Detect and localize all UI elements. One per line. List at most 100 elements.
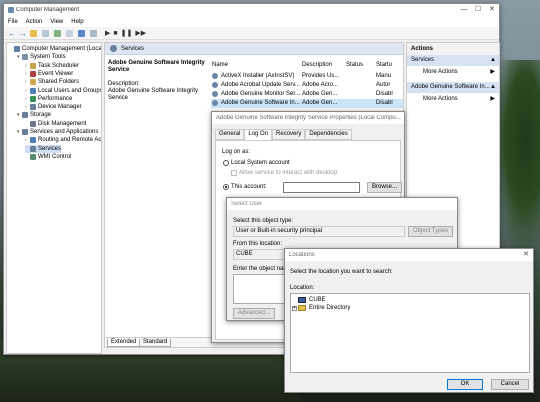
allow-interact-checkbox[interactable] — [231, 170, 237, 176]
local-system-radio[interactable] — [223, 160, 229, 166]
tree-node-icon — [30, 70, 36, 77]
tree-node-icon — [30, 95, 36, 102]
forward-icon[interactable]: → — [19, 29, 27, 38]
tree-item-label: Disk Management — [38, 120, 87, 127]
tree-item[interactable]: Computer Management (Local — [9, 45, 101, 53]
properties-tabs: General Log On Recovery Dependencies — [215, 129, 352, 140]
tab-standard[interactable]: Standard — [139, 339, 172, 347]
account-input[interactable] — [283, 182, 360, 193]
tree-item-label: Storage — [30, 112, 52, 119]
tree-item[interactable]: › Shared Folders — [25, 78, 79, 86]
tree-item[interactable]: ▾ Services and Applications — [17, 128, 98, 136]
location-tree: CUBE + Entire Directory — [290, 293, 530, 373]
tab-recovery[interactable]: Recovery — [272, 129, 306, 140]
from-location-label: From this location: — [233, 241, 283, 247]
tree-item[interactable]: › Local Users and Groups — [25, 87, 101, 95]
tree-item[interactable]: › Performance — [25, 95, 72, 103]
tree-item-label: WMI Control — [38, 153, 72, 160]
column-name[interactable]: Name — [212, 62, 228, 68]
location-item-entire-directory[interactable]: + Entire Directory — [292, 304, 350, 312]
collapse-icon[interactable]: ▲ — [490, 55, 496, 66]
app-icon — [8, 7, 14, 13]
service-cell-startup: Disabl — [376, 91, 393, 97]
tree-item[interactable]: › Routing and Remote Ac — [25, 136, 101, 144]
services-header-label: Services — [121, 45, 145, 52]
tree-item[interactable]: ▾ Storage — [17, 111, 51, 119]
tree-item[interactable]: › Event Viewer — [25, 70, 73, 78]
tree-item[interactable]: Disk Management — [25, 120, 86, 128]
service-row[interactable]: Adobe Acrobat Update Serv... Adobe Acro..… — [211, 81, 403, 90]
tree-item[interactable]: WMI Control — [25, 153, 71, 161]
tab-dependencies[interactable]: Dependencies — [305, 129, 352, 140]
actions-header: Actions — [407, 43, 499, 55]
column-status[interactable]: Status — [346, 62, 363, 68]
restart-icon[interactable]: ▶▶ — [135, 29, 146, 37]
column-startup[interactable]: Startu — [376, 62, 392, 68]
object-types-button[interactable]: Object Types — [408, 226, 453, 237]
service-row[interactable]: Adobe Genuine Monitor Ser... Adobe Gen...… — [211, 90, 403, 99]
tree-node-icon — [30, 62, 36, 69]
service-cell-desc: Provides Us... — [302, 73, 340, 79]
export-icon[interactable] — [66, 29, 73, 37]
refresh-icon[interactable] — [54, 29, 61, 37]
tree-item[interactable]: ▾ System Tools — [17, 53, 66, 61]
maximize-icon[interactable]: ☐ — [471, 4, 485, 16]
tree-item-label: Services — [38, 145, 62, 152]
tree-node-icon — [22, 54, 28, 61]
service-row[interactable]: ActiveX Installer (AxInstSV) Provides Us.… — [211, 72, 403, 81]
menu-bar: File Action View Help — [4, 16, 499, 27]
tree-item[interactable]: › Device Manager — [25, 103, 82, 111]
tree-item[interactable]: › Task Scheduler — [25, 62, 79, 70]
folder-icon[interactable] — [30, 29, 37, 37]
service-cell-desc: Adobe Gen... — [302, 100, 338, 106]
stop-icon[interactable]: ■ — [113, 30, 117, 37]
location-item-cube[interactable]: CUBE — [298, 296, 326, 304]
console-icon[interactable] — [90, 29, 97, 37]
tree-node-icon — [22, 129, 28, 135]
title-bar: Computer Management — ☐ ✕ — [4, 4, 499, 16]
window-title: Computer Management — [16, 7, 80, 13]
close-icon[interactable]: ✕ — [485, 4, 499, 16]
menu-view[interactable]: View — [50, 19, 63, 25]
service-gear-icon — [212, 100, 218, 106]
help-icon[interactable] — [78, 29, 85, 37]
locations-title: Locations — [289, 252, 315, 258]
properties-title-bar: Adobe Genuine Software Integrity Service… — [212, 112, 404, 124]
tree-item[interactable]: Services — [25, 144, 62, 153]
column-description[interactable]: Description — [302, 62, 332, 68]
service-gear-icon — [212, 82, 218, 88]
more-actions-services[interactable]: More Actions ▶ — [407, 66, 499, 78]
cancel-button[interactable]: Cancel — [491, 379, 529, 390]
actions-section-services-label: Services — [411, 57, 435, 63]
more-actions-label-1: More Actions — [423, 69, 458, 75]
tab-log-on[interactable]: Log On — [244, 129, 273, 140]
service-detail: Adobe Genuine Software Integrity Service… — [108, 60, 206, 102]
menu-help[interactable]: Help — [71, 19, 83, 25]
back-icon[interactable]: ← — [8, 29, 16, 38]
service-row[interactable]: Adobe Genuine Software In... Adobe Gen...… — [211, 99, 403, 108]
object-type-label: Select this object type: — [233, 218, 294, 224]
actions-section-services[interactable]: Services ▲ — [407, 55, 499, 66]
close-icon[interactable]: ✕ — [519, 249, 533, 261]
more-actions-service[interactable]: More Actions ▶ — [407, 93, 499, 105]
chevron-right-icon: ▶ — [490, 69, 495, 75]
menu-file[interactable]: File — [8, 19, 18, 25]
properties-icon[interactable] — [42, 29, 49, 37]
location-label: Location: — [290, 285, 315, 291]
actions-section-service[interactable]: Adobe Genuine Software In... ▲ — [407, 82, 499, 93]
ok-button[interactable]: OK — [447, 379, 483, 390]
service-detail-desc: Adobe Genuine Software Integrity Service — [108, 88, 199, 101]
play-icon[interactable]: ▶ — [105, 29, 110, 37]
pause-icon[interactable]: ❚❚ — [121, 29, 133, 37]
collapse-icon[interactable]: ▲ — [490, 82, 496, 93]
more-actions-label-2: More Actions — [423, 96, 458, 102]
menu-action[interactable]: Action — [26, 19, 43, 25]
tab-extended[interactable]: Extended — [107, 339, 141, 347]
advanced-button[interactable]: Advanced... — [233, 308, 275, 319]
expand-icon[interactable]: + — [292, 305, 297, 311]
this-account-radio[interactable] — [223, 184, 229, 190]
browse-button[interactable]: Browse... — [367, 182, 402, 193]
tab-general[interactable]: General — [215, 129, 245, 140]
allow-interact-label: Allow service to interact with desktop — [239, 170, 338, 176]
minimize-icon[interactable]: — — [457, 4, 471, 16]
